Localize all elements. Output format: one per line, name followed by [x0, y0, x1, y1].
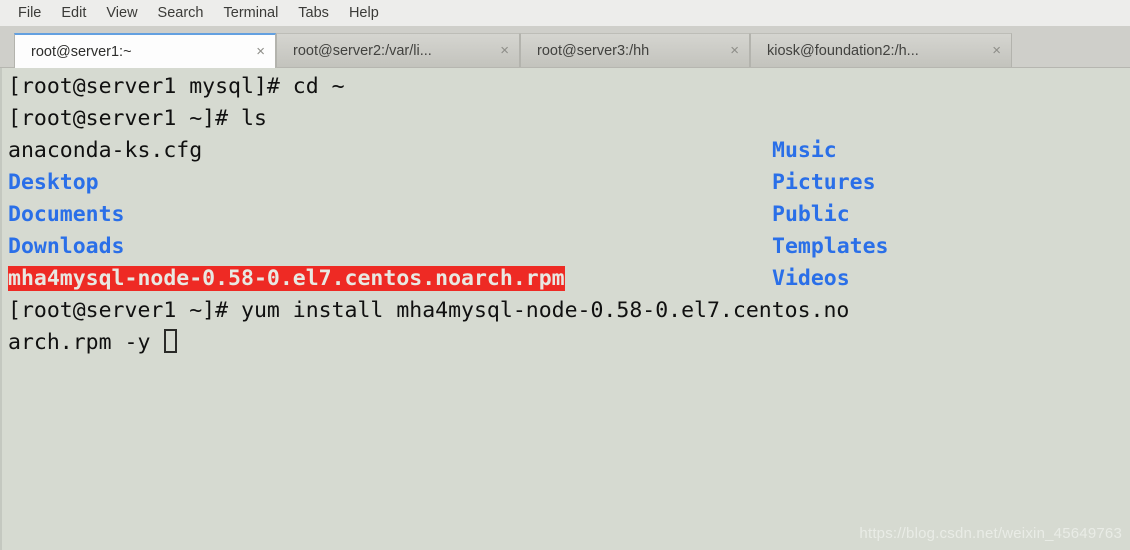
- terminal-line-text: arch.rpm -y: [8, 330, 164, 355]
- tab-label: root@server2:/var/li...: [293, 42, 432, 59]
- watermark: https://blog.csdn.net/weixin_45649763: [859, 525, 1122, 542]
- terminal-line-text-right: Videos: [772, 266, 850, 291]
- terminal-line: Documents Public: [8, 199, 1130, 231]
- terminal-line: Desktop Pictures: [8, 167, 1130, 199]
- close-icon[interactable]: ×: [500, 43, 509, 58]
- tab-bar: root@server1:~ × root@server2:/var/li...…: [0, 26, 1130, 68]
- tab-label: root@server1:~: [31, 43, 132, 60]
- terminal-line: [root@server1 ~]# yum install mha4mysql-…: [8, 295, 1130, 327]
- terminal-screen[interactable]: [root@server1 mysql]# cd ~ [root@server1 …: [0, 68, 1130, 550]
- terminal-line-text: mha4mysql-node-0.58-0.el7.centos.noarch.…: [8, 266, 565, 291]
- terminal-line-text: Desktop: [8, 170, 99, 195]
- menu-item-help[interactable]: Help: [339, 2, 389, 24]
- terminal-line: Downloads Templates: [8, 231, 1130, 263]
- menu-item-edit[interactable]: Edit: [51, 2, 96, 24]
- terminal-line-text: Documents: [8, 202, 125, 227]
- terminal-line: anaconda-ks.cfg Music: [8, 135, 1130, 167]
- tab-root-server1[interactable]: root@server1:~ ×: [14, 33, 276, 68]
- terminal-line-text: anaconda-ks.cfg: [8, 138, 203, 163]
- terminal-line-text: Downloads: [8, 234, 125, 259]
- tab-label: root@server3:/hh: [537, 42, 650, 59]
- terminal-line-text: [root@server1 mysql]# cd ~: [8, 74, 345, 99]
- close-icon[interactable]: ×: [730, 43, 739, 58]
- menu-item-search[interactable]: Search: [148, 2, 214, 24]
- terminal-line-text-right: Templates: [772, 234, 889, 259]
- close-icon[interactable]: ×: [256, 44, 265, 59]
- menu-item-file[interactable]: File: [8, 2, 51, 24]
- terminal-line: arch.rpm -y: [8, 327, 1130, 359]
- terminal-line-text-right: Pictures: [772, 170, 876, 195]
- terminal-line: [root@server1 ~]# ls: [8, 103, 1130, 135]
- tab-root-server2[interactable]: root@server2:/var/li... ×: [276, 33, 520, 67]
- terminal-cursor: [164, 329, 178, 353]
- tab-label: kiosk@foundation2:/h...: [767, 42, 919, 59]
- menu-bar: File Edit View Search Terminal Tabs Help: [0, 0, 1130, 26]
- terminal-line-text: [root@server1 ~]# ls: [8, 106, 267, 131]
- close-icon[interactable]: ×: [992, 43, 1001, 58]
- menu-item-view[interactable]: View: [96, 2, 147, 24]
- terminal-output: [root@server1 mysql]# cd ~ [root@server1 …: [8, 71, 1130, 359]
- menu-item-terminal[interactable]: Terminal: [214, 2, 289, 24]
- terminal-line-text-right: Public: [772, 202, 850, 227]
- menu-item-tabs[interactable]: Tabs: [288, 2, 339, 24]
- terminal-line-text: [root@server1 ~]# yum install mha4mysql-…: [8, 298, 850, 323]
- terminal-window: File Edit View Search Terminal Tabs Help…: [0, 0, 1130, 550]
- terminal-line-text-right: Music: [772, 138, 837, 163]
- tab-root-server3[interactable]: root@server3:/hh ×: [520, 33, 750, 67]
- terminal-line: mha4mysql-node-0.58-0.el7.centos.noarch.…: [8, 263, 1130, 295]
- tab-kiosk-foundation2[interactable]: kiosk@foundation2:/h... ×: [750, 33, 1012, 67]
- terminal-line: [root@server1 mysql]# cd ~: [8, 71, 1130, 103]
